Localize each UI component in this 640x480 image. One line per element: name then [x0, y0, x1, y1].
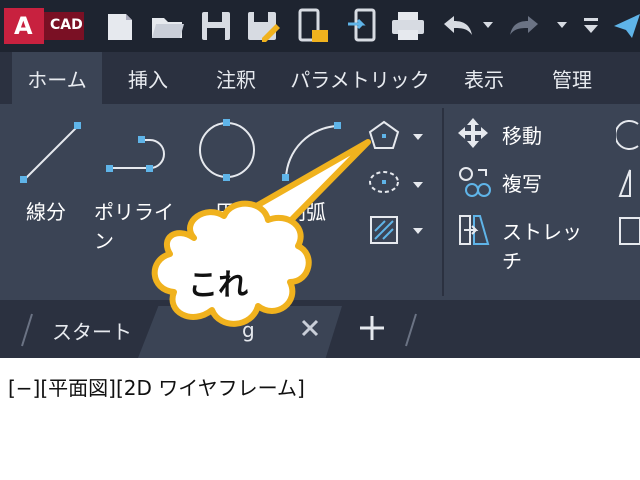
- redo-icon[interactable]: [508, 14, 542, 38]
- panel-divider: [442, 108, 444, 296]
- undo-icon[interactable]: [440, 14, 474, 38]
- copy-tool-button[interactable]: 複写: [456, 162, 556, 202]
- save-as-icon[interactable]: [246, 10, 282, 42]
- chevron-down-icon: [413, 134, 423, 140]
- callout-text: これ: [188, 268, 248, 303]
- ribbon-tab-bar: ホーム 挿入 注釈 パラメトリック 表示 管理: [0, 52, 640, 104]
- move-tool-label: 移動: [502, 124, 542, 148]
- save-icon[interactable]: [200, 10, 232, 42]
- chevron-down-icon: [413, 182, 423, 188]
- scale-icon[interactable]: [616, 214, 640, 248]
- tab-manage[interactable]: 管理: [536, 52, 608, 104]
- line-tool-button[interactable]: 線分: [10, 112, 90, 224]
- chevron-down-icon: [413, 228, 423, 234]
- new-file-icon[interactable]: [104, 10, 136, 42]
- share-icon[interactable]: [612, 12, 640, 40]
- plot-icon[interactable]: [390, 10, 426, 42]
- rotate-icon[interactable]: [616, 118, 640, 152]
- callout-bubble: [151, 139, 371, 327]
- tab-annotate[interactable]: 注釈: [200, 52, 272, 104]
- line-tool-label: 線分: [26, 200, 66, 224]
- tab-separator: [405, 313, 417, 347]
- tab-separator: [21, 313, 33, 347]
- open-from-web-icon[interactable]: [298, 8, 330, 44]
- tab-home[interactable]: ホーム: [12, 52, 102, 104]
- customize-toolbar-icon[interactable]: [582, 16, 600, 36]
- line-icon: [20, 122, 81, 183]
- stretch-tool-button[interactable]: ストレッチ: [456, 210, 596, 273]
- viewport-controls[interactable]: [−][平面図][2D ワイヤフレーム]: [8, 372, 305, 401]
- redo-dropdown-icon[interactable]: [556, 20, 568, 30]
- mirror-icon[interactable]: [616, 166, 640, 200]
- copy-icon: [459, 167, 491, 197]
- move-tool-button[interactable]: 移動: [456, 114, 556, 154]
- tab-parametric[interactable]: パラメトリック: [288, 52, 432, 104]
- app-logo[interactable]: A CAD: [4, 8, 84, 44]
- start-tab[interactable]: スタート: [52, 316, 132, 345]
- stretch-tool-label: ストレッチ: [502, 220, 582, 273]
- tab-view[interactable]: 表示: [448, 52, 520, 104]
- tab-insert[interactable]: 挿入: [112, 52, 184, 104]
- copy-tool-label: 複写: [502, 172, 542, 196]
- undo-dropdown-icon[interactable]: [482, 20, 494, 30]
- open-folder-icon[interactable]: [150, 10, 186, 42]
- save-to-web-icon[interactable]: [346, 8, 378, 44]
- title-bar: A CAD: [0, 0, 640, 52]
- stretch-icon: [459, 215, 490, 245]
- move-icon: [458, 118, 488, 148]
